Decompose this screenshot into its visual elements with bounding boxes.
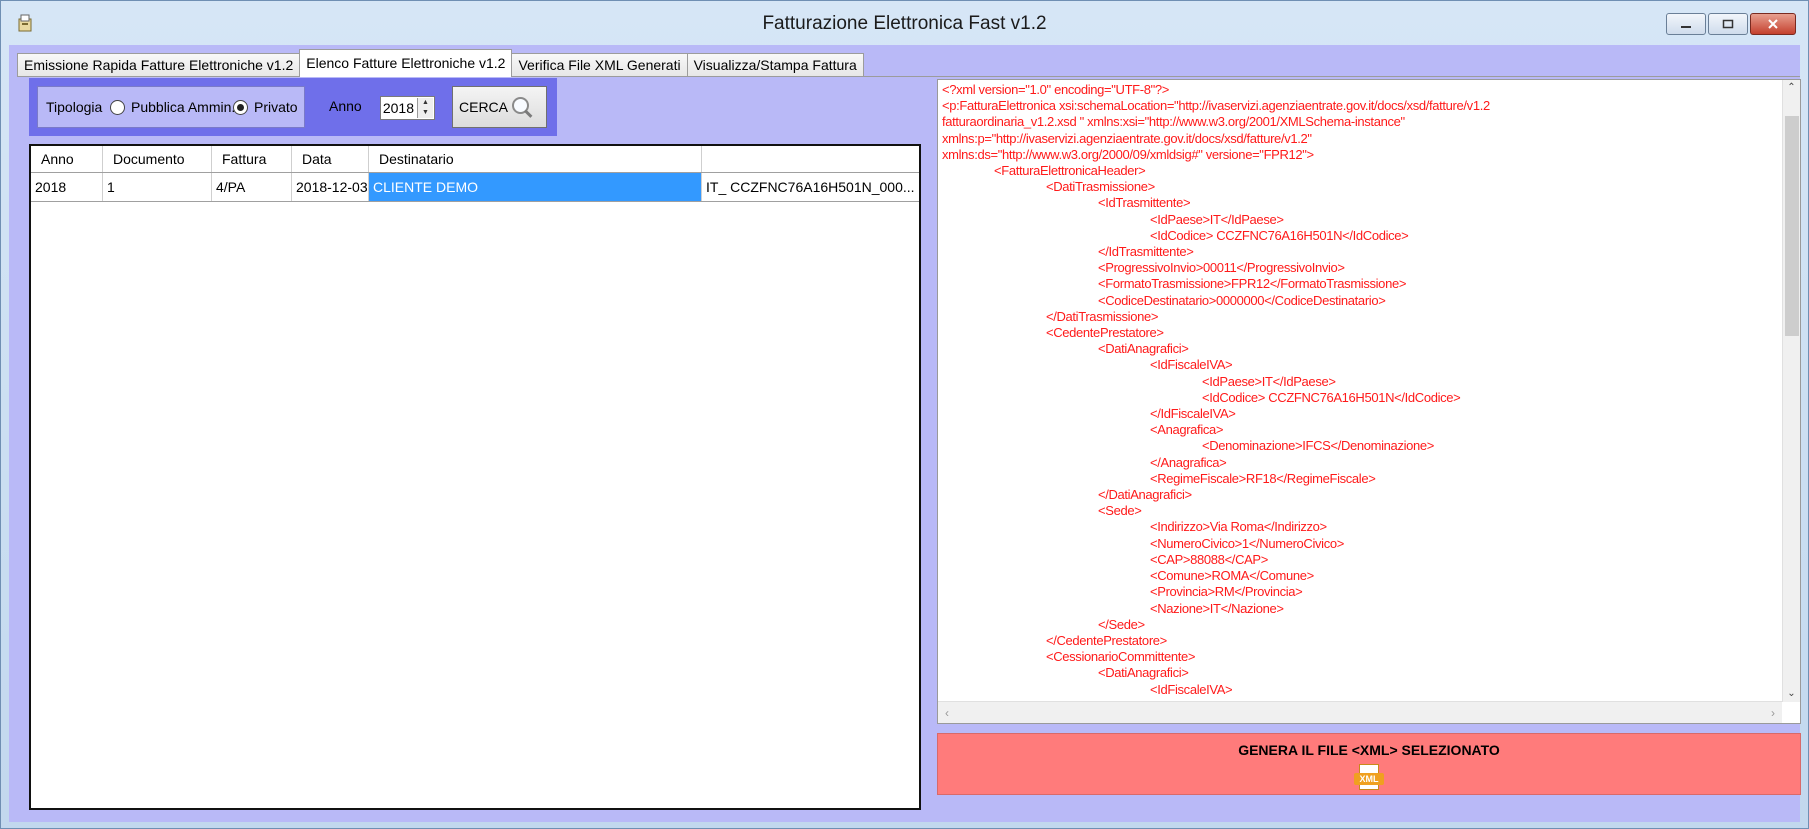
xml-line: <Anagrafica> [1150,422,1224,438]
maximize-icon [1722,19,1734,29]
cell-anno[interactable]: 2018 [31,173,103,201]
xml-line: </IdTrasmittente> [1098,244,1194,260]
col-documento[interactable]: Documento [103,146,212,172]
anno-label: Anno [329,98,362,114]
xml-line: <IdTrasmittente> [1098,195,1191,211]
scroll-up-icon[interactable]: ⌃ [1783,80,1800,96]
tipologia-label: Tipologia [46,99,103,115]
spin-up-icon[interactable]: ▲ [418,98,433,108]
anno-spinner[interactable]: ▲ ▼ [417,98,433,118]
radio-privato-label[interactable]: Privato [254,99,298,115]
xml-line: <Comune>ROMA</Comune> [1150,568,1314,584]
xml-line: <Provincia>RM</Provincia> [1150,584,1303,600]
xml-line: <Sede> [1098,503,1142,519]
xml-line: <p:FatturaElettronica xsi:schemaLocation… [942,98,1490,114]
title-bar: Fatturazione Elettronica Fast v1.2 [1,1,1808,45]
xml-line: </IdFiscaleIVA> [1150,406,1236,422]
tab-emissione-rapida[interactable]: Emissione Rapida Fatture Elettroniche v1… [17,53,301,77]
xml-line: <FormatoTrasmissione>FPR12</FormatoTrasm… [1098,276,1407,292]
xml-file-icon: XML [1354,764,1384,790]
vertical-scrollbar[interactable]: ⌃ ⌄ [1782,80,1800,702]
close-button[interactable] [1750,13,1796,35]
cell-data[interactable]: 2018-12-03 [292,173,369,201]
xml-line: <CodiceDestinatario>0000000</CodiceDesti… [1098,292,1386,308]
xml-line: <CessionarioCommittente> [1046,649,1196,665]
col-destinatario[interactable]: Destinatario [369,146,702,172]
anno-value: 2018 [382,100,414,116]
horizontal-scrollbar[interactable]: ‹ › [938,701,1782,723]
xml-line: </DatiAnagrafici> [1098,487,1192,503]
col-fattura[interactable]: Fattura [212,146,292,172]
xml-line: <ProgressivoInvio>00011</ProgressivoInvi… [1098,260,1345,276]
magnifier-icon [510,95,534,119]
genera-xml-label: GENERA IL FILE <XML> SELEZIONATO [1238,742,1500,758]
radio-pubblica-ammin[interactable] [110,100,125,115]
cell-fattura[interactable]: 4/PA [212,173,292,201]
scroll-right-icon[interactable]: › [1764,702,1782,723]
anno-input[interactable]: 2018 ▲ ▼ [380,96,435,120]
filter-panel: Tipologia Pubblica Ammin. Privato Anno 2… [29,78,557,136]
window-title: Fatturazione Elettronica Fast v1.2 [762,13,1047,34]
app-window: Fatturazione Elettronica Fast v1.2 Emiss… [0,0,1809,829]
minimize-icon [1681,26,1691,28]
xml-line: <Indirizzo>Via Roma</Indirizzo> [1150,519,1327,535]
xml-preview-panel[interactable]: <?xml version="1.0" encoding="UTF-8"?> <p… [937,79,1801,724]
tab-elenco-fatture[interactable]: Elenco Fatture Elettroniche v1.2 [299,49,513,77]
tab-strip: Emissione Rapida Fatture Elettroniche v1… [17,49,864,77]
cerca-button[interactable]: CERCA [452,86,547,128]
xml-line: <Nazione>IT</Nazione> [1150,600,1284,616]
xml-line: <CAP>88088</CAP> [1150,551,1268,567]
cell-destinatario[interactable]: CLIENTE DEMO [369,173,702,201]
xml-line: <IdPaese>IT</IdPaese> [1150,211,1284,227]
scroll-down-icon[interactable]: ⌄ [1783,686,1800,702]
xml-line: fatturaordinaria_v1.2.xsd " xmlns:xsi="h… [942,114,1405,130]
cell-documento[interactable]: 1 [103,173,212,201]
xml-line: <Denominazione>IFCS</Denominazione> [1202,438,1435,454]
xml-line: <IdCodice> CCZFNC76A16H501N</IdCodice> [1150,227,1409,243]
grid-header: Anno Documento Fattura Data Destinatario [31,146,919,173]
xml-line: <FatturaElettronicaHeader> [994,163,1146,179]
maximize-button[interactable] [1708,13,1748,35]
col-anno[interactable]: Anno [31,146,103,172]
radio-privato[interactable] [233,100,248,115]
scroll-left-icon[interactable]: ‹ [938,702,956,723]
xml-preview-text[interactable]: <?xml version="1.0" encoding="UTF-8"?> <p… [942,82,1780,701]
xml-line: <DatiTrasmissione> [1046,179,1155,195]
xml-line: </CedentePrestatore> [1046,632,1167,648]
tab-visualizza-stampa[interactable]: Visualizza/Stampa Fattura [686,53,864,77]
tab-verifica-xml[interactable]: Verifica File XML Generati [511,53,688,77]
xml-line: xmlns:ds="http://www.w3.org/2000/09/xmld… [942,146,1314,162]
xml-line: <DatiAnagrafici> [1098,665,1189,681]
xml-line: xmlns:p="http://ivaservizi.agenziaentrat… [942,130,1312,146]
close-icon [1768,19,1778,29]
xml-line: <IdFiscaleIVA> [1150,681,1233,697]
tipologia-group: Tipologia Pubblica Ammin. Privato [37,86,305,128]
table-row[interactable]: 2018 1 4/PA 2018-12-03 CLIENTE DEMO IT_ … [31,173,919,202]
xml-line: </Sede> [1098,616,1145,632]
invoice-grid[interactable]: Anno Documento Fattura Data Destinatario… [29,144,921,810]
xml-line: <NumeroCivico>1</NumeroCivico> [1150,535,1344,551]
minimize-button[interactable] [1666,13,1706,35]
xml-line: <?xml version="1.0" encoding="UTF-8"?> [942,82,1170,97]
xml-line: <IdCodice> CCZFNC76A16H501N</IdCodice> [1202,389,1461,405]
cerca-label: CERCA [459,99,509,115]
col-file[interactable] [702,146,919,172]
xml-line: <RegimeFiscale>RF18</RegimeFiscale> [1150,470,1376,486]
tab-panel-elenco: Tipologia Pubblica Ammin. Privato Anno 2… [17,76,1801,822]
client-area: Emissione Rapida Fatture Elettroniche v1… [9,45,1801,822]
xml-line: <DatiAnagrafici> [1098,341,1189,357]
xml-line: <CedentePrestatore> [1046,325,1164,341]
radio-pubblica-ammin-label[interactable]: Pubblica Ammin. [131,99,235,115]
xml-line: </DatiTrasmissione> [1046,308,1159,324]
genera-xml-button[interactable]: GENERA IL FILE <XML> SELEZIONATO XML [937,733,1801,795]
col-data[interactable]: Data [292,146,369,172]
scroll-thumb[interactable] [1785,116,1799,336]
xml-line: </Anagrafica> [1150,454,1227,470]
cell-file[interactable]: IT_ CCZFNC76A16H501N_000... [702,173,919,201]
spin-down-icon[interactable]: ▼ [418,108,433,118]
xml-line: <IdPaese>IT</IdPaese> [1202,373,1336,389]
xml-line: <IdFiscaleIVA> [1150,357,1233,373]
